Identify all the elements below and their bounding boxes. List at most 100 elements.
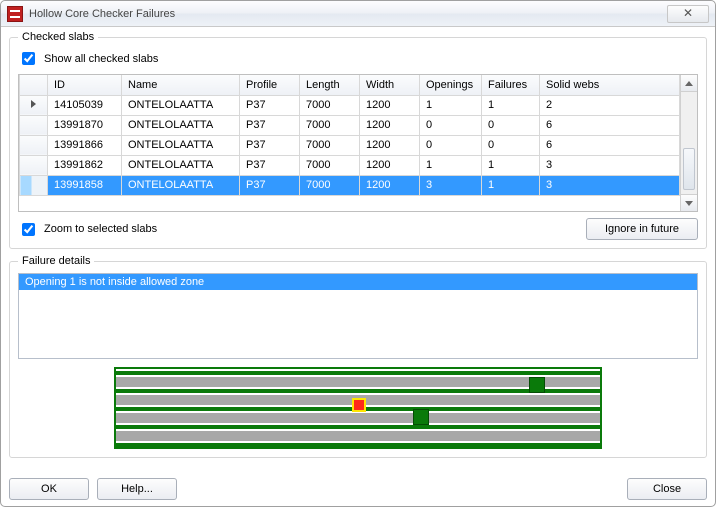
- solidweb-marker: [529, 377, 545, 393]
- table-row[interactable]: 13991870ONTELOLAATTAP3770001200006: [20, 115, 680, 135]
- cell-failures[interactable]: 0: [482, 115, 540, 135]
- col-id[interactable]: ID: [48, 75, 122, 95]
- cell-width[interactable]: 1200: [360, 155, 420, 175]
- row-header[interactable]: [20, 135, 48, 155]
- cell-length[interactable]: 7000: [300, 135, 360, 155]
- table-row[interactable]: 13991862ONTELOLAATTAP3770001200113: [20, 155, 680, 175]
- cell-solid[interactable]: 6: [540, 115, 680, 135]
- show-all-label[interactable]: Show all checked slabs: [44, 53, 158, 65]
- table-row[interactable]: 14105039ONTELOLAATTAP3770001200112: [20, 95, 680, 115]
- opening-marker-fail: [352, 398, 366, 412]
- zoom-label[interactable]: Zoom to selected slabs: [44, 223, 157, 235]
- row-header[interactable]: [20, 155, 48, 175]
- cell-profile[interactable]: P37: [240, 95, 300, 115]
- cell-length[interactable]: 7000: [300, 115, 360, 135]
- ignore-button[interactable]: Ignore in future: [586, 218, 698, 240]
- close-button[interactable]: Close: [627, 478, 707, 500]
- titlebar: Hollow Core Checker Failures ✕: [1, 1, 715, 27]
- failure-details-group: Failure details Opening 1 is not inside …: [9, 255, 707, 458]
- cell-name[interactable]: ONTELOLAATTA: [122, 95, 240, 115]
- cell-width[interactable]: 1200: [360, 115, 420, 135]
- show-all-row: Show all checked slabs: [18, 49, 698, 68]
- col-solid[interactable]: Solid webs: [540, 75, 680, 95]
- cell-failures[interactable]: 1: [482, 155, 540, 175]
- col-failures[interactable]: Failures: [482, 75, 540, 95]
- col-length[interactable]: Length: [300, 75, 360, 95]
- cell-id[interactable]: 13991866: [48, 135, 122, 155]
- cell-profile[interactable]: P37: [240, 135, 300, 155]
- row-header[interactable]: [20, 115, 48, 135]
- cell-openings[interactable]: 1: [420, 95, 482, 115]
- failure-listbox[interactable]: Opening 1 is not inside allowed zone: [18, 273, 698, 359]
- cell-width[interactable]: 1200: [360, 95, 420, 115]
- diagram-web: [116, 425, 600, 429]
- slab-table[interactable]: ID Name Profile Length Width Openings Fa…: [19, 75, 680, 196]
- scroll-thumb[interactable]: [683, 148, 695, 190]
- cell-width[interactable]: 1200: [360, 175, 420, 195]
- window-title: Hollow Core Checker Failures: [29, 8, 667, 20]
- col-openings[interactable]: Openings: [420, 75, 482, 95]
- cell-id[interactable]: 14105039: [48, 95, 122, 115]
- diagram-web: [116, 389, 600, 393]
- cell-solid[interactable]: 3: [540, 175, 680, 195]
- cell-failures[interactable]: 1: [482, 175, 540, 195]
- col-profile[interactable]: Profile: [240, 75, 300, 95]
- table-row[interactable]: 13991858ONTELOLAATTAP3770001200313: [20, 175, 680, 195]
- cell-failures[interactable]: 0: [482, 135, 540, 155]
- close-icon[interactable]: ✕: [667, 5, 709, 23]
- col-width[interactable]: Width: [360, 75, 420, 95]
- cell-openings[interactable]: 0: [420, 115, 482, 135]
- cell-name[interactable]: ONTELOLAATTA: [122, 175, 240, 195]
- cell-solid[interactable]: 3: [540, 155, 680, 175]
- cell-length[interactable]: 7000: [300, 175, 360, 195]
- diagram-void: [116, 377, 600, 387]
- cell-openings[interactable]: 0: [420, 135, 482, 155]
- cell-width[interactable]: 1200: [360, 135, 420, 155]
- cell-openings[interactable]: 3: [420, 175, 482, 195]
- checked-slabs-legend: Checked slabs: [18, 31, 98, 43]
- opening-marker: [413, 409, 429, 425]
- zoom-row: Zoom to selected slabs Ignore in future: [18, 218, 698, 240]
- cell-id[interactable]: 13991858: [48, 175, 122, 195]
- failure-details-legend: Failure details: [18, 255, 94, 267]
- dialog-window: Hollow Core Checker Failures ✕ Checked s…: [0, 0, 716, 507]
- cell-name[interactable]: ONTELOLAATTA: [122, 115, 240, 135]
- cell-profile[interactable]: P37: [240, 175, 300, 195]
- show-all-checkbox[interactable]: [22, 52, 35, 65]
- slab-table-scroll[interactable]: ID Name Profile Length Width Openings Fa…: [19, 75, 680, 211]
- help-button[interactable]: Help...: [97, 478, 177, 500]
- diagram-void: [116, 431, 600, 441]
- slab-table-wrap: ID Name Profile Length Width Openings Fa…: [18, 74, 698, 212]
- col-name[interactable]: Name: [122, 75, 240, 95]
- cell-solid[interactable]: 6: [540, 135, 680, 155]
- scroll-down-icon[interactable]: [681, 194, 697, 211]
- cell-openings[interactable]: 1: [420, 155, 482, 175]
- table-body: 14105039ONTELOLAATTAP3770001200112139918…: [20, 95, 680, 195]
- cell-id[interactable]: 13991862: [48, 155, 122, 175]
- scroll-track[interactable]: [681, 92, 697, 194]
- zoom-checkbox[interactable]: [22, 223, 35, 236]
- row-header[interactable]: [20, 95, 48, 115]
- current-row-icon: [31, 100, 36, 108]
- app-icon: [7, 6, 23, 22]
- row-header[interactable]: [20, 175, 48, 195]
- diagram-web: [116, 443, 600, 447]
- cell-solid[interactable]: 2: [540, 95, 680, 115]
- cell-length[interactable]: 7000: [300, 95, 360, 115]
- cell-id[interactable]: 13991870: [48, 115, 122, 135]
- cell-profile[interactable]: P37: [240, 115, 300, 135]
- rowheader-corner: [20, 75, 48, 95]
- cell-length[interactable]: 7000: [300, 155, 360, 175]
- ok-button[interactable]: OK: [9, 478, 89, 500]
- cell-profile[interactable]: P37: [240, 155, 300, 175]
- table-scrollbar[interactable]: [680, 75, 697, 211]
- scroll-up-icon[interactable]: [681, 75, 697, 92]
- table-row[interactable]: 13991866ONTELOLAATTAP3770001200006: [20, 135, 680, 155]
- cell-name[interactable]: ONTELOLAATTA: [122, 155, 240, 175]
- dialog-body: Checked slabs Show all checked slabs: [1, 27, 715, 476]
- cell-failures[interactable]: 1: [482, 95, 540, 115]
- checked-slabs-group: Checked slabs Show all checked slabs: [9, 31, 707, 249]
- diagram-void: [116, 413, 600, 423]
- cell-name[interactable]: ONTELOLAATTA: [122, 135, 240, 155]
- failure-item[interactable]: Opening 1 is not inside allowed zone: [19, 274, 697, 290]
